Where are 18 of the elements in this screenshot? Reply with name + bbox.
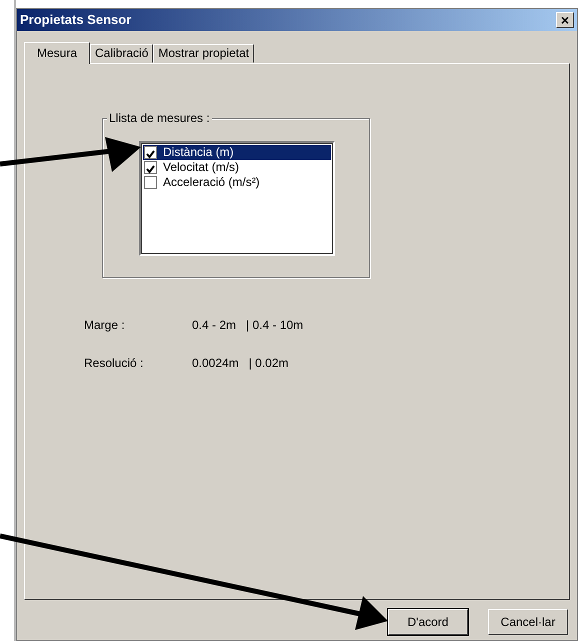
info-label: Marge : xyxy=(84,317,126,334)
checkbox[interactable] xyxy=(144,161,157,174)
measure-list[interactable]: Distància (m) Velocitat (m/s) Acceleració (m/s²) xyxy=(139,141,335,256)
cancel-button[interactable]: Cancel·lar xyxy=(488,609,568,635)
tab[interactable]: Calibració xyxy=(90,44,154,63)
close-button[interactable]: × xyxy=(556,12,574,28)
ok-button[interactable]: D'acord xyxy=(388,609,468,635)
info-value: 0.0024m | 0.02m xyxy=(192,355,289,372)
group-legend: Llista de mesures : xyxy=(107,111,212,125)
tab[interactable]: Mesura xyxy=(24,42,90,64)
info-label: Resolució : xyxy=(84,355,144,372)
checkbox[interactable] xyxy=(144,146,157,159)
window-title: Propietats Sensor xyxy=(20,11,132,30)
list-item[interactable]: Acceleració (m/s²) xyxy=(163,175,260,190)
tab[interactable]: Mostrar propietat xyxy=(153,44,254,63)
info-value: 0.4 - 2m | 0.4 - 10m xyxy=(192,317,304,334)
list-item[interactable]: Velocitat (m/s) xyxy=(163,160,240,175)
checkbox[interactable] xyxy=(144,176,157,189)
